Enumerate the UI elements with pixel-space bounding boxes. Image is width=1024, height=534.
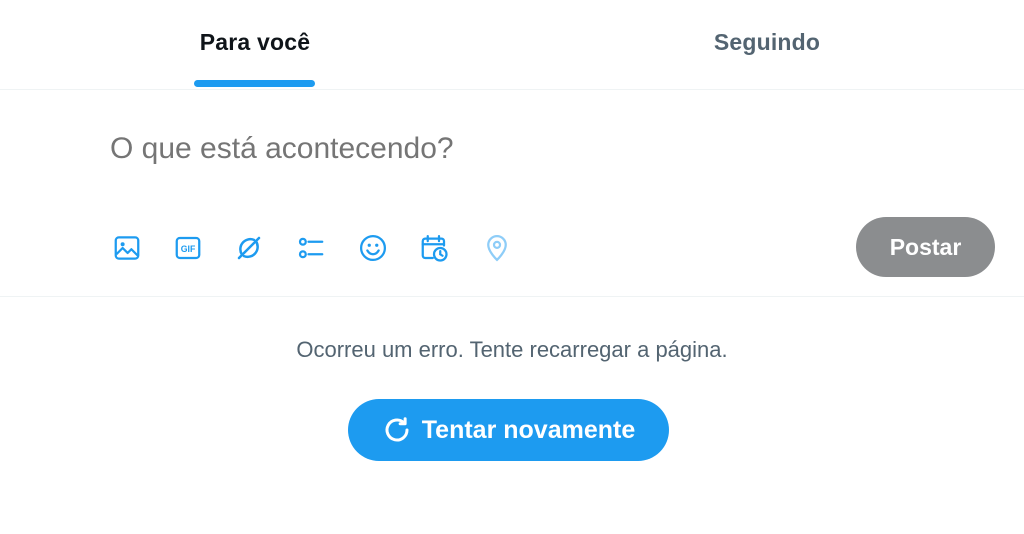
tab-following[interactable]: Seguindo — [510, 0, 1024, 89]
refresh-icon — [385, 417, 409, 442]
schedule-icon[interactable] — [418, 232, 450, 264]
composer-toolbar: GIF Postar — [0, 90, 1024, 296]
home-timeline: Para você Seguindo GIF — [0, 0, 1024, 534]
emoji-icon[interactable] — [357, 232, 389, 264]
poll-icon[interactable] — [295, 232, 327, 264]
retry-label: Tentar novamente — [421, 415, 636, 444]
tab-following-label: Seguindo — [713, 29, 821, 55]
retry-button[interactable]: Tentar novamente — [348, 399, 669, 461]
timeline-tabs: Para você Seguindo — [0, 0, 1024, 90]
gif-icon[interactable]: GIF — [172, 232, 204, 264]
error-message: Ocorreu um erro. Tente recarregar a pági… — [296, 337, 728, 362]
svg-text:GIF: GIF — [181, 244, 196, 254]
image-icon[interactable] — [111, 232, 143, 264]
active-tab-indicator — [194, 80, 315, 87]
location-icon[interactable] — [481, 232, 513, 264]
tweet-composer: GIF — [0, 90, 1024, 297]
tab-for-you[interactable]: Para você — [0, 0, 510, 89]
grok-icon[interactable] — [233, 232, 265, 264]
tab-for-you-label: Para você — [199, 29, 311, 55]
post-button[interactable]: Postar — [856, 217, 995, 277]
